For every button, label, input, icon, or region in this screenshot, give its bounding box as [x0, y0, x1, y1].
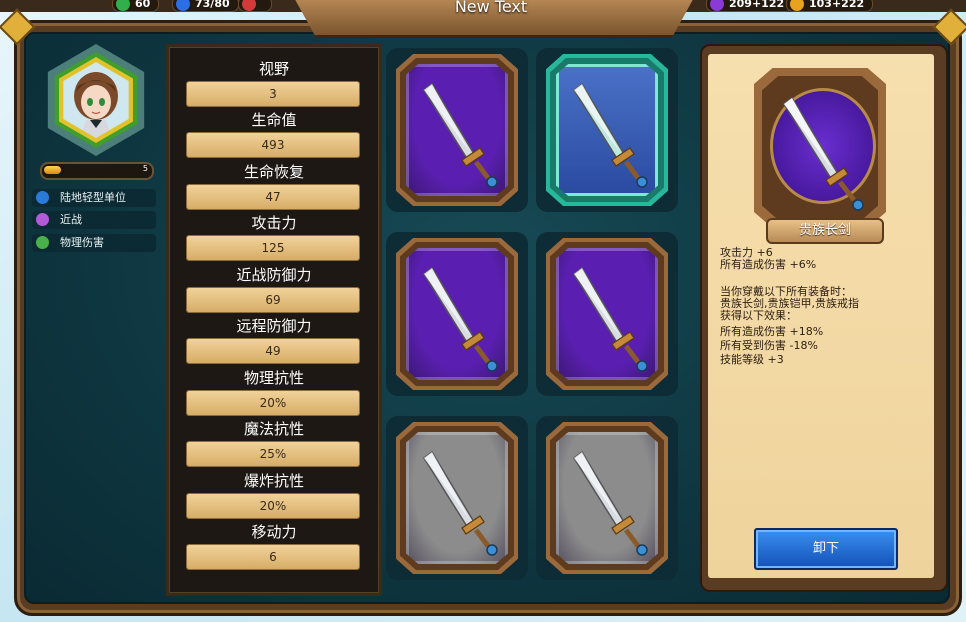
equipment-slot[interactable]: [386, 232, 528, 396]
stat-label: 攻击力: [251, 214, 297, 232]
sword-icon: [572, 266, 648, 372]
hero-level-bar: 5: [40, 162, 154, 180]
tag-damage-type: 物理伤害: [32, 234, 156, 252]
blue-gem-icon: [176, 0, 190, 11]
stat-label: 魔法抗性: [243, 420, 304, 438]
physical-damage-icon: [36, 236, 49, 249]
resource-value: 73/80: [195, 0, 230, 10]
resource-value: 209+122: [729, 0, 785, 10]
equipment-card: [396, 238, 518, 390]
resource-purple: 209+122: [706, 0, 794, 12]
red-gem-icon: [242, 0, 256, 11]
stat-label: 生命恢复: [243, 163, 304, 181]
unit-type-icon: [36, 191, 49, 204]
stat-value: 47: [187, 185, 359, 209]
equipment-slot[interactable]: [536, 48, 678, 212]
stat-value: 3: [187, 82, 359, 106]
tag-label: 近战: [60, 213, 82, 226]
resource-blue: 73/80: [172, 0, 239, 12]
equipment-card: [546, 238, 668, 390]
stat-value: 25%: [187, 442, 359, 466]
melee-icon: [36, 213, 49, 226]
resource-red: [238, 0, 272, 12]
equipment-slot[interactable]: [386, 48, 528, 212]
resource-value: 103+222: [809, 0, 865, 10]
resource-green: 60: [112, 0, 160, 12]
item-stat-line: 所有造成伤害 +6%: [720, 258, 817, 271]
equipment-slot[interactable]: [386, 416, 528, 580]
sword-icon: [422, 266, 498, 372]
set-bonus-line: 所有造成伤害 +18%: [720, 325, 824, 338]
resource-gold: 103+222: [786, 0, 874, 12]
stat-label: 移动力: [251, 523, 297, 541]
set-bonus-line: 技能等级 +3: [720, 353, 784, 366]
stat-label: 爆炸抗性: [243, 472, 304, 490]
set-bonus-line: 获得以下效果：: [720, 309, 797, 322]
unequip-button[interactable]: 卸下: [754, 528, 898, 570]
set-bonus-line: 所有受到伤害 -18%: [720, 339, 818, 352]
level-progress-fill: [44, 166, 61, 174]
green-gem-icon: [116, 0, 130, 11]
tag-label: 陆地轻型单位: [60, 191, 126, 204]
stat-value: 20%: [187, 494, 359, 518]
tag-attack-type: 近战: [32, 211, 156, 229]
stat-value: 20%: [187, 391, 359, 415]
tag-unit-type: 陆地轻型单位: [32, 189, 156, 207]
item-name: 贵族长剑: [766, 218, 884, 244]
window-title: New Text: [454, 0, 528, 16]
equipment-card-selected: [546, 54, 668, 206]
hero-portrait[interactable]: [40, 44, 152, 156]
stat-label: 生命值: [251, 111, 297, 129]
equipment-card: [546, 422, 668, 574]
stat-value: 6: [187, 545, 359, 569]
stats-panel: 视野 3 生命值 493 生命恢复 47 攻击力 125 近战防御力 69 远程…: [166, 44, 382, 596]
equipment-card: [396, 422, 518, 574]
equipment-card: [396, 54, 518, 206]
stat-value: 125: [187, 236, 359, 260]
sword-icon: [572, 450, 648, 556]
sword-icon: [572, 82, 648, 188]
stat-label: 视野: [258, 60, 289, 78]
stat-value: 493: [187, 133, 359, 157]
stat-value: 49: [187, 339, 359, 363]
sword-icon: [422, 450, 498, 556]
equipment-slot[interactable]: [536, 416, 678, 580]
purple-gem-icon: [710, 0, 724, 11]
hero-level: 5: [142, 164, 148, 173]
tag-label: 物理伤害: [60, 236, 104, 249]
item-detail-card: [754, 68, 886, 228]
sword-icon: [422, 82, 498, 188]
stat-label: 远程防御力: [236, 317, 312, 335]
equipment-slot[interactable]: [536, 232, 678, 396]
resource-value: 60: [135, 0, 151, 10]
stat-label: 物理抗性: [243, 369, 304, 387]
longsword-icon: [782, 96, 864, 211]
stat-label: 近战防御力: [236, 266, 312, 284]
gold-coin-icon: [790, 0, 804, 11]
stat-value: 69: [187, 288, 359, 312]
